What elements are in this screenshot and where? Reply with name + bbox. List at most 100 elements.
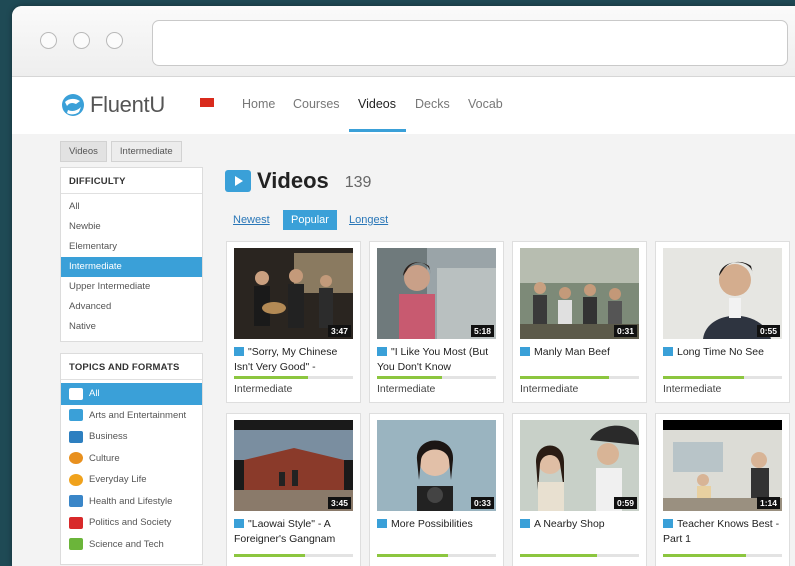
topic-label: Business <box>89 431 128 442</box>
progress-bar <box>234 554 353 557</box>
progress-fill <box>520 554 598 557</box>
video-duration: 3:45 <box>327 497 351 509</box>
video-icon <box>234 347 244 356</box>
topic-politics[interactable]: Politics and Society <box>61 512 202 534</box>
video-thumbnail[interactable]: 0:31 <box>520 248 639 339</box>
video-card[interactable]: 0:59 A Nearby Shop <box>512 413 647 566</box>
breadcrumb-intermediate[interactable]: Intermediate <box>110 141 182 162</box>
window-zoom-button[interactable] <box>106 32 123 49</box>
topic-business[interactable]: Business <box>61 426 202 448</box>
arts-icon <box>69 409 83 422</box>
video-count: 139 <box>344 174 372 191</box>
video-duration: 3:47 <box>327 325 351 337</box>
videos-heading: Videos 139 <box>225 168 371 194</box>
progress-bar <box>377 376 496 379</box>
video-level: Intermediate <box>520 383 579 395</box>
video-card[interactable]: 1:14 Teacher Knows Best - Part 1 <box>655 413 790 566</box>
video-thumbnail[interactable]: 0:59 <box>520 420 639 511</box>
window-close-button[interactable] <box>40 32 57 49</box>
topic-everyday-life[interactable]: Everyday Life <box>61 469 202 491</box>
logo-text: FluentU <box>90 92 165 117</box>
progress-bar <box>520 376 639 379</box>
video-thumbnail[interactable]: 3:45 <box>234 420 353 511</box>
video-title-text: "I Like You Most (But You Don't Know <box>377 346 489 373</box>
difficulty-native[interactable]: Native <box>61 317 202 337</box>
progress-fill <box>377 554 449 557</box>
video-thumbnail[interactable]: 1:14 <box>663 420 782 511</box>
sort-longest[interactable]: Longest <box>341 210 396 230</box>
topic-label: Arts and Entertainment <box>89 409 187 421</box>
progress-bar <box>663 554 782 557</box>
video-title[interactable]: "Laowai Style" - A Foreigner's Gangnam <box>234 517 358 546</box>
video-title[interactable]: "Sorry, My Chinese Isn't Very Good" - <box>234 345 358 374</box>
video-card[interactable]: 0:33 More Possibilities <box>369 413 504 566</box>
progress-bar <box>663 376 782 379</box>
difficulty-newbie[interactable]: Newbie <box>61 217 202 237</box>
video-title[interactable]: A Nearby Shop <box>520 517 644 532</box>
video-title[interactable]: More Possibilities <box>377 517 501 532</box>
video-icon <box>520 519 530 528</box>
topic-all[interactable]: All <box>61 383 202 405</box>
video-thumbnail[interactable]: 3:47 <box>234 248 353 339</box>
topic-culture[interactable]: Culture <box>61 448 202 470</box>
video-title[interactable]: Long Time No See <box>663 345 787 360</box>
progress-fill <box>663 554 747 557</box>
video-level: Intermediate <box>663 383 722 395</box>
video-card[interactable]: 5:18 "I Like You Most (But You Don't Kno… <box>369 241 504 403</box>
nav-vocab[interactable]: Vocab <box>468 97 503 111</box>
video-title[interactable]: Teacher Knows Best - Part 1 <box>663 517 787 546</box>
video-duration: 0:59 <box>613 497 637 509</box>
nav-videos[interactable]: Videos <box>358 97 396 111</box>
video-card[interactable]: 0:55 Long Time No See Intermediate <box>655 241 790 403</box>
video-icon <box>377 519 387 528</box>
sort-newest[interactable]: Newest <box>225 210 278 230</box>
video-thumbnail[interactable]: 5:18 <box>377 248 496 339</box>
video-level: Intermediate <box>234 383 293 395</box>
difficulty-header: DIFFICULTY <box>61 168 202 194</box>
topic-label: Culture <box>89 452 120 464</box>
window-minimize-button[interactable] <box>73 32 90 49</box>
progress-bar <box>377 554 496 557</box>
video-title-text: More Possibilities <box>391 518 473 530</box>
video-duration: 5:18 <box>470 325 494 337</box>
progress-bar <box>234 376 353 379</box>
difficulty-panel: DIFFICULTY All Newbie Elementary Interme… <box>60 167 203 342</box>
video-title[interactable]: Manly Man Beef <box>520 345 644 360</box>
video-icon <box>225 170 251 192</box>
video-icon <box>69 387 83 400</box>
nav-home[interactable]: Home <box>242 97 275 111</box>
difficulty-intermediate[interactable]: Intermediate <box>61 257 202 277</box>
video-duration: 1:14 <box>756 497 780 509</box>
briefcase-icon <box>69 430 83 443</box>
breadcrumb-videos[interactable]: Videos <box>60 141 107 162</box>
video-title-text: Teacher Knows Best - Part 1 <box>663 518 780 545</box>
logo[interactable]: FluentU <box>60 92 165 118</box>
difficulty-upper-intermediate[interactable]: Upper Intermediate <box>61 277 202 297</box>
video-title-text: "Laowai Style" - A Foreigner's Gangnam <box>234 518 336 545</box>
topic-label: Health and Lifestyle <box>89 495 173 507</box>
video-title-text: Manly Man Beef <box>534 346 610 358</box>
topic-health[interactable]: Health and Lifestyle <box>61 491 202 513</box>
video-card[interactable]: 3:47 "Sorry, My Chinese Isn't Very Good"… <box>226 241 361 403</box>
clock-icon <box>69 473 83 486</box>
difficulty-advanced[interactable]: Advanced <box>61 297 202 317</box>
sort-popular[interactable]: Popular <box>283 210 337 230</box>
difficulty-elementary[interactable]: Elementary <box>61 237 202 257</box>
nav-decks[interactable]: Decks <box>415 97 450 111</box>
breadcrumb: Videos Intermediate <box>60 141 182 162</box>
difficulty-all[interactable]: All <box>61 197 202 217</box>
progress-bar <box>520 554 639 557</box>
video-title-text: A Nearby Shop <box>534 518 605 530</box>
progress-fill <box>234 376 308 379</box>
video-card[interactable]: 3:45 "Laowai Style" - A Foreigner's Gang… <box>226 413 361 566</box>
video-thumbnail[interactable]: 0:55 <box>663 248 782 339</box>
topics-panel: TOPICS AND FORMATS All Arts and Entertai… <box>60 353 203 565</box>
address-bar[interactable] <box>152 20 788 66</box>
topic-science[interactable]: Science and Tech <box>61 534 202 556</box>
video-card[interactable]: 0:31 Manly Man Beef Intermediate <box>512 241 647 403</box>
video-thumbnail[interactable]: 0:33 <box>377 420 496 511</box>
video-title[interactable]: "I Like You Most (But You Don't Know <box>377 345 501 374</box>
language-flag-icon[interactable] <box>200 98 214 107</box>
nav-courses[interactable]: Courses <box>293 97 340 111</box>
topic-arts[interactable]: Arts and Entertainment <box>61 405 202 427</box>
